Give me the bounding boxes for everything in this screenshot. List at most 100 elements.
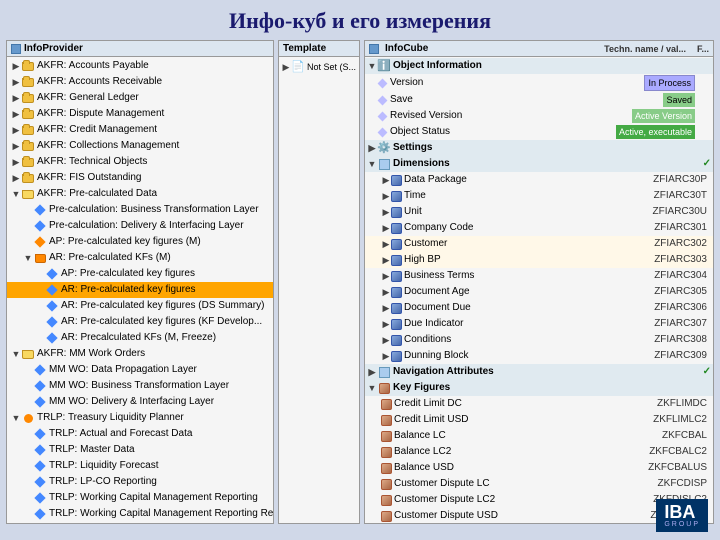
dim-icon (391, 255, 402, 266)
tree-item[interactable]: AP: Pre-calculated key figures (7, 266, 273, 282)
expand-icon[interactable]: ▶ (11, 125, 21, 135)
tree-item[interactable]: TRLP: LP-CO Reporting (7, 474, 273, 490)
expand-icon[interactable]: ▶ (11, 157, 21, 167)
expand-icon[interactable]: ▶ (381, 319, 391, 329)
dim-techname: ZFIARC308 (654, 333, 707, 347)
kf-credit-limit-dc[interactable]: Credit Limit DC ZKFLIMDC (365, 396, 713, 412)
expand-icon[interactable]: ▶ (381, 191, 391, 201)
expand-icon[interactable]: ▼ (367, 383, 377, 393)
expand-icon[interactable]: ▶ (11, 109, 21, 119)
tree-item[interactable]: MM WO: Data Propagation Layer (7, 362, 273, 378)
tree-item[interactable]: ▼ AR: Pre-calculated KFs (M) (7, 250, 273, 266)
kf-balance-lc[interactable]: Balance LC ZKFCBAL (365, 428, 713, 444)
expand-icon[interactable]: ▶ (381, 287, 391, 297)
page-title: Инфо-куб и его измерения (0, 0, 720, 40)
expand-icon[interactable]: ▶ (381, 223, 391, 233)
diamond-icon (45, 315, 59, 329)
key-figures-section[interactable]: ▼ Key Figures (365, 380, 713, 396)
dim-time[interactable]: ▶ Time ZFIARC30T (365, 188, 713, 204)
tree-item[interactable]: ▶ AKFR: General Ledger (7, 90, 273, 106)
dim-doc-age[interactable]: ▶ Document Age ZFIARC305 (365, 284, 713, 300)
kf-techname: ZKFCBALUS (648, 461, 707, 475)
tree-item[interactable]: ▼ TRLP: Treasury Liquidity Planner (7, 410, 273, 426)
infocube-content[interactable]: ▼ ℹ️ Object Information Version In Proce… (365, 57, 713, 523)
tree-item[interactable]: ▶ AKFR: Collections Management (7, 138, 273, 154)
dim-techname: ZFIARC302 (654, 237, 707, 251)
expand-icon[interactable]: ▼ (11, 413, 21, 423)
dim-due-indicator[interactable]: ▶ Due Indicator ZFIARC307 (365, 316, 713, 332)
tree-item[interactable]: ▼ AKFR: Pre-calculated Data (7, 186, 273, 202)
folder-icon (21, 91, 35, 105)
tree-item[interactable]: ▼ AKFR: MM Work Orders (7, 346, 273, 362)
tree-item[interactable]: TRLP: Working Capital Management Reporti… (7, 506, 273, 522)
tree-item[interactable]: Pre-calculation: Business Transformation… (7, 202, 273, 218)
dim-data-package[interactable]: ▶ Data Package ZFIARC30P (365, 172, 713, 188)
tree-item[interactable]: AP: Pre-calculated key figures (M) (7, 234, 273, 250)
tree-item[interactable]: TRLP: Master Data (7, 442, 273, 458)
tree-item[interactable]: TRLP: Archive (7, 522, 273, 523)
tree-item[interactable]: ▶ AKFR: Accounts Receivable (7, 74, 273, 90)
tree-item[interactable]: ▶ AKFR: Accounts Payable (7, 58, 273, 74)
dim-business-terms[interactable]: ▶ Business Terms ZFIARC304 (365, 268, 713, 284)
expand-icon[interactable]: ▶ (11, 77, 21, 87)
obj-status-value: Active, executable (616, 125, 695, 139)
settings-section[interactable]: ▶ ⚙️ Settings (365, 140, 713, 156)
diamond-icon (45, 331, 59, 345)
expand-icon[interactable]: ▶ (367, 367, 377, 377)
expand-icon[interactable]: ▶ (381, 271, 391, 281)
tree-item[interactable]: AR: Precalculated KFs (M, Freeze) (7, 330, 273, 346)
expand-icon[interactable]: ▶ (11, 93, 21, 103)
dim-customer[interactable]: ▶ Customer ZFIARC302 (365, 236, 713, 252)
expand-icon[interactable]: ▶ (381, 239, 391, 249)
dim-unit[interactable]: ▶ Unit ZFIARC30U (365, 204, 713, 220)
expand-icon[interactable]: ▶ (367, 143, 377, 153)
expand-icon[interactable]: ▶ (11, 141, 21, 151)
expand-icon[interactable]: ▼ (367, 61, 377, 71)
kf-balance-usd[interactable]: Balance USD ZKFCBALUS (365, 460, 713, 476)
expand-icon[interactable]: ▶ (381, 175, 391, 185)
tree-item[interactable]: AR: Pre-calculated key figures (DS Summa… (7, 298, 273, 314)
expand-icon[interactable]: ▶ (381, 351, 391, 361)
expand-icon[interactable]: ▼ (23, 253, 33, 263)
object-info-section[interactable]: ▼ ℹ️ Object Information (365, 58, 713, 74)
tree-item[interactable]: Pre-calculation: Delivery & Interfacing … (7, 218, 273, 234)
expand-icon[interactable]: ▶ (381, 335, 391, 345)
expand-icon[interactable]: ▼ (11, 189, 21, 199)
expand-icon[interactable]: ▼ (11, 349, 21, 359)
tree-item[interactable]: ▶ AKFR: FIS Outstanding (7, 170, 273, 186)
tree-item[interactable]: AR: Pre-calculated key figures (KF Devel… (7, 314, 273, 330)
tree-item[interactable]: TRLP: Working Capital Management Reporti… (7, 490, 273, 506)
template-item[interactable]: ▶ 📄 Not Set (S... (279, 58, 359, 76)
infoprovider-tree[interactable]: ▶ AKFR: Accounts Payable ▶ AKFR: Account… (7, 57, 273, 523)
dimensions-section[interactable]: ▼ Dimensions ✓ (365, 156, 713, 172)
version-item: Version In Process (365, 74, 713, 92)
dim-conditions[interactable]: ▶ Conditions ZFIARC308 (365, 332, 713, 348)
expand-icon[interactable]: ▶ (381, 207, 391, 217)
kf-cust-dispute-lc[interactable]: Customer Dispute LC ZKFCDISP (365, 476, 713, 492)
expand-icon[interactable]: ▶ (11, 61, 21, 71)
dim-high-bp[interactable]: ▶ High BP ZFIARC303 (365, 252, 713, 268)
dim-company-code[interactable]: ▶ Company Code ZFIARC301 (365, 220, 713, 236)
nav-attr-section[interactable]: ▶ Navigation Attributes ✓ (365, 364, 713, 380)
kf-credit-limit-usd[interactable]: Credit Limit USD ZKFLIMLC2 (365, 412, 713, 428)
tree-item[interactable]: ▶ AKFR: Credit Management (7, 122, 273, 138)
dim-dunning[interactable]: ▶ Dunning Block ZFIARC309 (365, 348, 713, 364)
dim-techname: ZFIARC304 (654, 269, 707, 283)
kf-balance-lc2[interactable]: Balance LC2 ZKFCBALC2 (365, 444, 713, 460)
expand-icon[interactable]: ▶ (11, 173, 21, 183)
tree-item-selected[interactable]: AR: Pre-calculated key figures (7, 282, 273, 298)
expand-icon[interactable]: ▶ (381, 303, 391, 313)
tree-item[interactable]: TRLP: Liquidity Forecast (7, 458, 273, 474)
expand-icon[interactable]: ▶ (381, 255, 391, 265)
template-content[interactable]: ▶ 📄 Not Set (S... (279, 57, 359, 523)
dim-techname: ZFIARC303 (654, 253, 707, 267)
iba-name: IBA (664, 503, 700, 521)
diamond-icon (378, 111, 388, 121)
tree-item[interactable]: ▶ AKFR: Dispute Management (7, 106, 273, 122)
tree-item[interactable]: MM WO: Delivery & Interfacing Layer (7, 394, 273, 410)
tree-item[interactable]: ▶ AKFR: Technical Objects (7, 154, 273, 170)
dim-doc-due[interactable]: ▶ Document Due ZFIARC306 (365, 300, 713, 316)
tree-item[interactable]: MM WO: Business Transformation Layer (7, 378, 273, 394)
tree-item[interactable]: TRLP: Actual and Forecast Data (7, 426, 273, 442)
expand-icon[interactable]: ▼ (367, 159, 377, 169)
